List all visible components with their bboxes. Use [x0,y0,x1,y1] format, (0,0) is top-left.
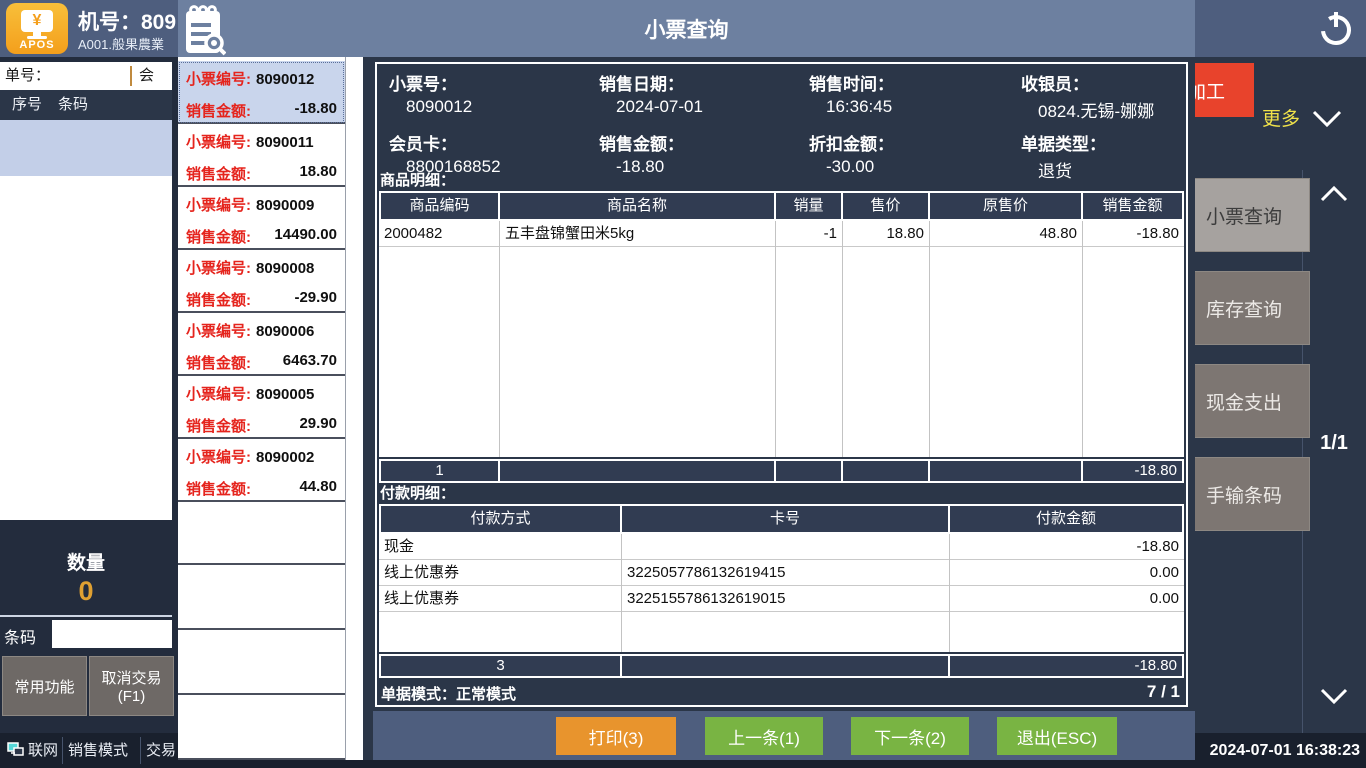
menu-cash-out-button[interactable]: 现金支出 [1178,364,1310,438]
payment-section-label: 付款明细： [380,485,456,502]
product-table-header: 商品编码 商品名称 销量 售价 原售价 销售金额 [379,191,1184,221]
machine-number: 机号：809 [78,11,177,34]
col-seq: 序号 [12,96,43,113]
product-amount: -18.80 [1083,221,1184,247]
payment-method: 线上优惠券 [379,586,621,612]
more-button[interactable]: 更多 [1262,104,1300,131]
receipt-query-modal: 小票编号: 8090012 销售金额: -18.80 小票编号: 8090011 销售… [178,57,1195,760]
next-button[interactable]: 下一条(2) [851,717,969,755]
product-total-amount: -18.80 [1083,461,1184,481]
payment-total-count: 3 [379,656,622,676]
info-sale-date: 销售日期： 2024-07-01 [599,75,703,116]
payment-amount: -18.80 [950,534,1184,560]
product-table-body: 2000482 五丰盘锦蟹田米5kg -1 18.80 48.80 -18.80 [379,221,1184,457]
receipt-list-empty-row [178,697,345,760]
receipt-list: 小票编号: 8090012 销售金额: -18.80 小票编号: 8090011 销售… [178,57,363,760]
exit-button[interactable]: 退出(ESC) [997,717,1117,755]
text-cursor [130,66,132,86]
receipt-list-item[interactable]: 小票编号: 8090011 销售金额: 18.80 [178,124,345,187]
receipt-detail-panel: 小票号： 8090012 销售日期： 2024-07-01 销售时间： 16:3… [375,62,1188,707]
info-sale-amount: 销售金额： -18.80 [599,135,684,176]
cart-table-header: 序号 条码 [0,90,172,120]
menu-stock-query-button[interactable]: 库存查询 [1178,271,1310,345]
payment-card: 3225155786132619015 [622,586,949,612]
apos-logo: ¥ APOS [6,3,68,54]
payment-table-header: 付款方式 卡号 付款金额 [379,504,1184,534]
more-chevron-down-icon[interactable] [1308,106,1346,137]
product-code: 2000482 [379,221,499,247]
doc-mode-label: 单据模式：正常模式 [381,686,517,703]
info-cashier: 收银员： 0824.无锡-娜娜 [1021,75,1155,121]
info-doc-type: 单据类型： 退货 [1021,135,1106,181]
product-qty: -1 [776,221,842,247]
payment-method: 线上优惠券 [379,560,621,586]
cart-selected-empty-row[interactable] [0,120,172,176]
payment-card: 3225057786132619415 [622,560,949,586]
payment-amount: 0.00 [950,586,1184,612]
cart-list-area [0,176,172,520]
receipt-list-item[interactable]: 小票编号: 8090008 销售金额: -29.90 [178,250,345,313]
payment-amount: 0.00 [950,560,1184,586]
quantity-label: 数量 [66,553,105,574]
modal-title-bar: 小票查询 [178,0,1195,57]
receipt-list-item[interactable]: 小票编号: 8090005 销售金额: 29.90 [178,376,345,439]
receipt-list-item[interactable]: 小票编号: 8090009 销售金额: 14490.00 [178,187,345,250]
receipt-list-item[interactable]: 小票编号: 8090012 销售金额: -18.80 [178,61,345,124]
member-label: 会 [139,67,155,84]
product-orig-price: 48.80 [930,221,1082,247]
network-icon [7,742,25,763]
detail-footer: 单据模式：正常模式 7 / 1 [377,680,1186,707]
status-tab-transaction[interactable]: 交易 [146,733,176,768]
order-number-label: 单号： [5,67,51,84]
payment-table-total-row: 3 -18.80 [379,654,1184,678]
product-table-total-row: 1 -18.80 [379,459,1184,483]
receipt-list-item[interactable]: 小票编号: 8090006 销售金额: 6463.70 [178,313,345,376]
quantity-value: 0 [78,576,94,606]
info-sale-time: 销售时间： 16:36:45 [809,75,894,116]
info-discount-amount: 折扣金额： -30.00 [809,135,894,176]
cancel-transaction-button[interactable]: 取消交易 (F1) [89,656,174,716]
menu-manual-barcode-button[interactable]: 手输条码 [1178,457,1310,531]
product-name: 五丰盘锦蟹田米5kg [500,221,775,247]
receipt-list-empty-row [178,632,345,695]
menu-page-up-icon[interactable] [1318,182,1350,206]
receipt-list-scrollbar[interactable] [345,57,363,760]
logo-text: APOS [19,39,55,51]
menu-page-down-icon[interactable] [1318,684,1350,708]
power-icon[interactable] [1316,8,1356,48]
payment-total-amount: -18.80 [950,656,1184,676]
store-name: A001.般果農業 [78,37,164,52]
menu-page-indicator: 1/1 [1320,432,1348,454]
receipt-list-empty-row [178,567,345,630]
payment-table-body: 现金 线上优惠券 线上优惠券 3225057786132619415 32251… [379,534,1184,652]
menu-receipt-query-button[interactable]: 小票查询 [1178,178,1310,252]
detail-page-indicator: 7 / 1 [1146,682,1180,701]
status-tab-network[interactable]: 联网 [28,733,58,768]
info-receipt-no: 小票号： 8090012 [389,75,473,116]
modal-title: 小票查询 [644,19,729,42]
receipt-info-grid: 小票号： 8090012 销售日期： 2024-07-01 销售时间： 16:3… [377,70,1186,182]
order-number-row[interactable]: 单号： 会 [0,62,172,90]
print-button[interactable]: 打印(3) [556,717,676,755]
product-total-count: 1 [379,461,500,481]
receipt-list-empty-row [178,502,345,565]
product-section-label: 商品明细： [380,172,456,189]
currency-monitor-icon: ¥ [21,10,53,32]
col-barcode: 条码 [58,96,89,113]
status-tab-sales-mode[interactable]: 销售模式 [68,733,128,768]
receipt-list-item[interactable]: 小票编号: 8090002 销售金额: 44.80 [178,439,345,502]
status-datetime: 2024-07-01 16:38:23 [1209,742,1360,759]
modal-footer: 打印(3) 上一条(1) 下一条(2) 退出(ESC) [373,711,1195,760]
payment-card [622,534,949,560]
barcode-input[interactable] [52,620,172,648]
payment-method: 现金 [379,534,621,560]
common-functions-button[interactable]: 常用功能 [2,656,87,716]
previous-button[interactable]: 上一条(1) [705,717,823,755]
barcode-label: 条码 [4,630,37,647]
product-price: 18.80 [843,221,929,247]
